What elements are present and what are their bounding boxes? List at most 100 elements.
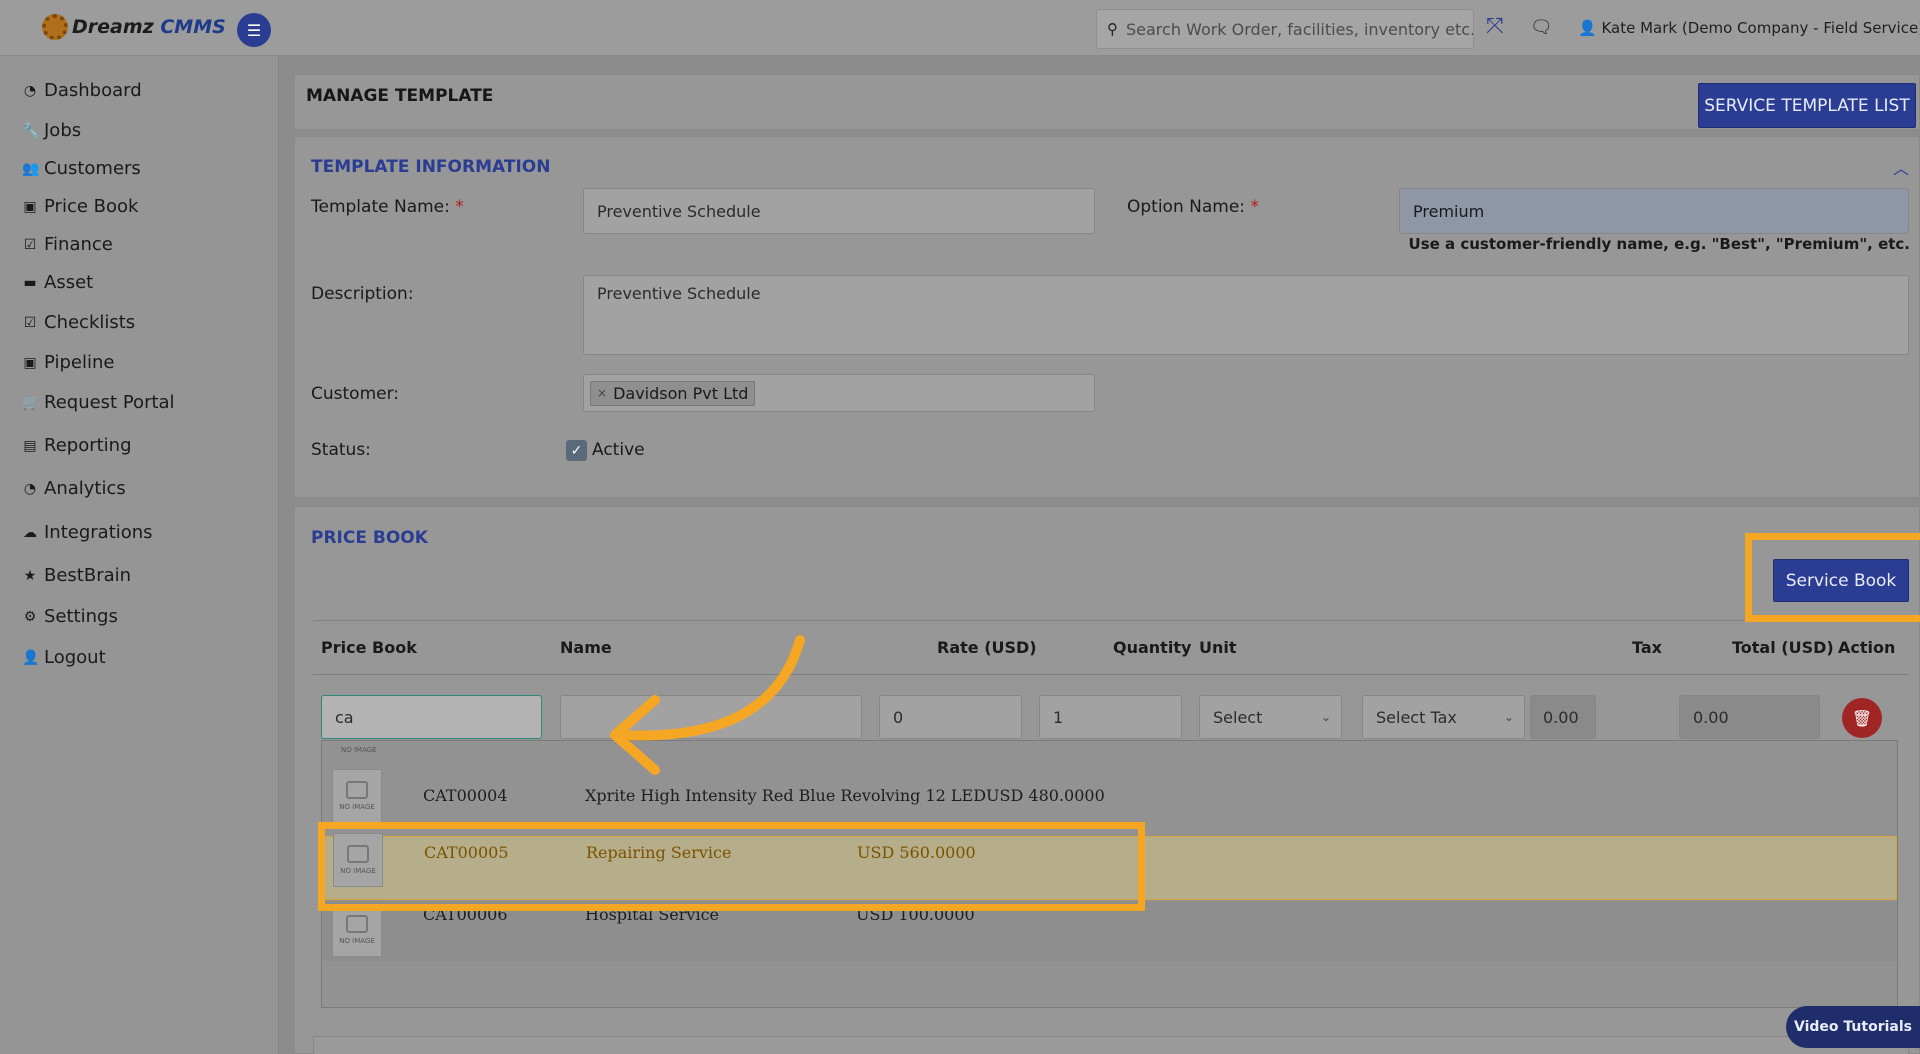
- suggestion-price: USD 480.0000: [986, 786, 1105, 805]
- customer-label: Customer:: [311, 384, 400, 404]
- required-mark: *: [1250, 197, 1259, 217]
- col-header-total: Total (USD): [1732, 638, 1834, 657]
- option-name-field[interactable]: Premium: [1399, 188, 1909, 234]
- top-bar: Dreamz CMMS ☰ ⚲ Search Work Order, facil…: [0, 0, 1920, 56]
- page-header-card: [294, 74, 1920, 130]
- chevron-down-icon: ⌄: [1320, 710, 1331, 724]
- rate-input[interactable]: 0: [879, 695, 1022, 739]
- customer-chip[interactable]: × Davidson Pvt Ltd: [590, 380, 756, 406]
- video-tutorials-button[interactable]: Video Tutorials: [1786, 1006, 1920, 1048]
- col-header-tax: Tax: [1632, 638, 1662, 657]
- check-square-icon: ☑: [23, 236, 37, 253]
- sidebar-item-label: Pipeline: [44, 352, 115, 373]
- status-label: Status:: [311, 440, 371, 460]
- sidebar-item-label: Request Portal: [44, 392, 175, 413]
- sidebar-item-analytics[interactable]: ◔ Analytics: [22, 478, 126, 499]
- user-icon: 👤: [1578, 19, 1597, 37]
- col-header-rate: Rate (USD): [937, 638, 1037, 657]
- global-search-input[interactable]: ⚲ Search Work Order, facilities, invento…: [1096, 9, 1474, 49]
- col-header-quantity: Quantity: [1113, 638, 1192, 657]
- delete-row-button[interactable]: 🗑: [1842, 698, 1882, 738]
- sidebar-item-label: Checklists: [44, 312, 136, 333]
- sidebar-item-customers[interactable]: 👥 Customers: [22, 158, 141, 179]
- warranty-field[interactable]: [313, 1036, 1909, 1054]
- highlight-box-selected-suggestion: [318, 822, 1145, 911]
- col-header-unit: Unit: [1199, 638, 1237, 657]
- search-icon: ⚲: [1107, 20, 1118, 38]
- sidebar-item-dashboard[interactable]: ◔ Dashboard: [22, 80, 142, 101]
- user-menu[interactable]: 👤 Kate Mark (Demo Company - Field Servic…: [1578, 19, 1920, 37]
- dashboard-icon: ◔: [23, 480, 37, 497]
- sidebar-item-finance[interactable]: ☑ Finance: [22, 234, 113, 255]
- no-image-thumbnail: NO IMAGE: [332, 903, 382, 957]
- trash-icon: 🗑: [1851, 708, 1873, 728]
- description-label: Description:: [311, 284, 414, 304]
- sidebar-item-label: Analytics: [44, 478, 126, 499]
- page-title: MANAGE TEMPLATE: [306, 86, 494, 106]
- sidebar-item-reporting[interactable]: ▤ Reporting: [22, 435, 132, 456]
- option-name-label: Option Name: *: [1127, 197, 1259, 217]
- checkmark-icon: ✓: [570, 442, 583, 459]
- gear-logo-icon: [42, 14, 68, 40]
- chat-icon[interactable]: 🗨: [1530, 17, 1553, 38]
- suggestion-code: CAT00004: [423, 786, 508, 805]
- compress-icon[interactable]: ⤧: [1486, 14, 1504, 39]
- sidebar-item-label: BestBrain: [44, 565, 132, 586]
- sidebar-item-logout[interactable]: 👤 Logout: [22, 647, 106, 668]
- suggestion-item[interactable]: NO IMAGE CAT00004 Xprite High Intensity …: [322, 765, 1897, 827]
- image-placeholder-icon: [346, 915, 368, 933]
- search-placeholder: Search Work Order, facilities, inventory…: [1126, 19, 1473, 39]
- cart-icon: 🛒: [22, 394, 40, 411]
- remove-icon[interactable]: ×: [597, 386, 607, 400]
- no-image-thumbnail: NO IMAGE: [332, 769, 382, 823]
- gear-icon: ⚙: [23, 608, 37, 625]
- users-icon: 👥: [22, 160, 40, 177]
- sidebar-item-label: Price Book: [44, 196, 139, 217]
- option-name-hint: Use a customer-friendly name, e.g. "Best…: [1408, 235, 1910, 253]
- hamburger-icon: ☰: [246, 20, 262, 40]
- sidebar-item-checklists[interactable]: ☑ Checklists: [22, 312, 135, 333]
- cloud-icon: ☁: [23, 524, 37, 541]
- sidebar-item-settings[interactable]: ⚙ Settings: [22, 606, 118, 627]
- sidebar-item-jobs[interactable]: 🔧 Jobs: [22, 120, 81, 141]
- section-title-price-book: PRICE BOOK: [311, 528, 428, 548]
- table-header-border: [313, 674, 1909, 675]
- col-header-price-book: Price Book: [321, 638, 417, 657]
- quantity-input[interactable]: 1: [1039, 695, 1182, 739]
- sidebar-item-label: Reporting: [44, 435, 132, 456]
- table-top-border: [313, 620, 1909, 621]
- user-icon: 👤: [22, 649, 40, 666]
- required-mark: *: [455, 197, 464, 217]
- chevron-down-icon: ⌄: [1503, 710, 1514, 724]
- template-name-field[interactable]: Preventive Schedule: [583, 188, 1095, 234]
- sidebar-item-label: Settings: [44, 606, 118, 627]
- sidebar-item-label: Jobs: [44, 120, 82, 141]
- no-image-label: NO IMAGE: [341, 746, 377, 754]
- unit-select[interactable]: Select ⌄: [1199, 695, 1342, 739]
- logo-main-text: Dreamz: [72, 16, 154, 38]
- col-header-action: Action: [1838, 638, 1896, 657]
- section-title-template-information: TEMPLATE INFORMATION: [311, 157, 551, 177]
- wrench-icon: 🔧: [22, 122, 40, 139]
- status-active-checkbox[interactable]: ✓: [566, 440, 587, 461]
- tax-select[interactable]: Select Tax ⌄: [1362, 695, 1525, 739]
- menu-toggle-button[interactable]: ☰: [237, 13, 271, 47]
- sidebar-item-asset[interactable]: ▬ Asset: [22, 272, 93, 293]
- description-field[interactable]: Preventive Schedule: [583, 275, 1909, 355]
- sidebar-item-request-portal[interactable]: 🛒 Request Portal: [22, 392, 175, 413]
- annotation-arrow-icon: [610, 635, 805, 775]
- status-active-label: Active: [592, 440, 645, 460]
- app-logo[interactable]: Dreamz CMMS: [42, 14, 226, 40]
- money-icon: ▣: [23, 354, 37, 371]
- sidebar-item-label: Customers: [44, 158, 141, 179]
- archive-icon: ▬: [23, 274, 37, 291]
- sidebar-item-pipeline[interactable]: ▣ Pipeline: [22, 352, 114, 373]
- sidebar-item-bestbrain[interactable]: ★ BestBrain: [22, 565, 131, 586]
- customer-select[interactable]: × Davidson Pvt Ltd: [583, 374, 1095, 412]
- sidebar-item-label: Logout: [44, 647, 106, 668]
- chevron-up-icon[interactable]: ︿: [1893, 155, 1909, 179]
- price-book-search-input[interactable]: ca: [321, 695, 542, 739]
- sidebar-item-price-book[interactable]: ▣ Price Book: [22, 196, 138, 217]
- service-template-list-button[interactable]: SERVICE TEMPLATE LIST: [1698, 83, 1916, 128]
- sidebar-item-integrations[interactable]: ☁ Integrations: [22, 522, 153, 543]
